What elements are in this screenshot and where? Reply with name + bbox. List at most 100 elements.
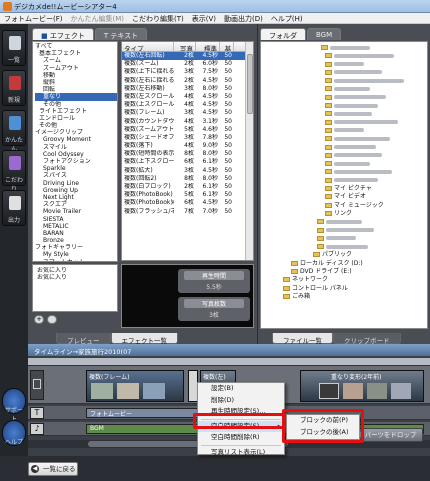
time-ruler[interactable]	[28, 358, 430, 366]
nav-easy-button[interactable]: かんたん	[2, 110, 26, 153]
folder-item[interactable]: リンク	[261, 210, 427, 218]
tree-item[interactable]: ズーム	[35, 57, 117, 64]
menu-item-photo-list[interactable]: 写真リスト表示(L)	[198, 447, 284, 459]
tree-item[interactable]: Cool Odyssey	[35, 151, 117, 158]
table-row[interactable]: 複数(左右に揺れる) 2枚 4.5秒 50	[122, 77, 253, 85]
folder-item[interactable]	[261, 119, 427, 127]
table-row[interactable]: 複数(上下に揺れる) 3枚 7.5秒 50	[122, 68, 253, 76]
menu-item-delete[interactable]: 削除(D)	[198, 395, 284, 407]
tree-item[interactable]: すべて	[35, 43, 117, 50]
folder-item[interactable]	[261, 235, 427, 243]
tab-file-list[interactable]: ファイル一覧	[272, 333, 333, 345]
tree-item[interactable]: フォトアクション	[35, 158, 117, 165]
col-base[interactable]: 基	[220, 42, 234, 51]
nav-output-button[interactable]: 出力	[2, 190, 26, 226]
tree-item[interactable]: 移動	[35, 72, 117, 79]
table-row[interactable]: 複数(シェードオフ) 3枚 7.8秒 50	[122, 134, 253, 142]
tree-item[interactable]: Driving Line	[35, 180, 117, 187]
table-row[interactable]: 複数(フレーム) 3枚 4.5秒 50	[122, 109, 253, 117]
text-track-icon[interactable]: T	[30, 407, 44, 419]
table-row[interactable]: 複数(白ブロック) 2枚 6.1秒 50	[122, 183, 253, 191]
folder-item[interactable]	[261, 102, 427, 110]
tree-item[interactable]: その他	[35, 122, 117, 129]
tree-item[interactable]: BARAN	[35, 230, 117, 237]
menu-view[interactable]: 表示(V)	[188, 13, 220, 23]
track-toggle[interactable]	[30, 370, 44, 400]
tree-item[interactable]: スクエア	[35, 201, 117, 208]
text-clip[interactable]: フォトムービー	[86, 408, 204, 418]
table-row[interactable]: 複数(短時間の表示切替) 8枚 8.0秒 50	[122, 150, 253, 158]
music-note-icon[interactable]: ♪	[30, 423, 44, 435]
folder-item[interactable]: コントロール パネル	[261, 285, 427, 293]
table-row[interactable]: 複数(PhotoBook見開き) 6枚 4.5秒 50	[122, 199, 253, 207]
menu-advanced-edit[interactable]: こだわり編集(T)	[128, 13, 188, 23]
table-row[interactable]: 複数(左右回転) 2枚 4.5秒 50	[122, 52, 253, 61]
tab-clipboard[interactable]: クリップボード	[333, 333, 401, 345]
nav-advanced-button[interactable]: こだわり	[2, 150, 26, 193]
menu-export[interactable]: 動画出力(D)	[220, 13, 267, 23]
folder-item[interactable]	[261, 177, 427, 185]
table-row[interactable]: 複数(上スクロール) 4枚 4.5秒 50	[122, 101, 253, 109]
tree-item[interactable]: スマイル	[35, 144, 117, 151]
folder-item[interactable]: DVD ドライブ (E:)	[261, 268, 427, 276]
folder-item[interactable]: パブリック	[261, 251, 427, 259]
menu-item-settings[interactable]: 設定(B)	[198, 383, 284, 395]
tree-item[interactable]: Bronze	[35, 237, 117, 244]
menu-easy-edit[interactable]: かんたん編集(M)	[67, 13, 129, 23]
folder-item[interactable]	[261, 85, 427, 93]
tree-item[interactable]: SIESTA	[35, 216, 117, 223]
table-row[interactable]: 複数(上下スクロール) 6枚 6.1秒 50	[122, 158, 253, 166]
folder-item[interactable]	[261, 227, 427, 235]
folder-item[interactable]	[261, 218, 427, 226]
table-row[interactable]: 複数(落下) 4枚 9.0秒 50	[122, 142, 253, 150]
col-photos[interactable]: 写真	[174, 42, 196, 51]
menu-item-blank-time-delete[interactable]: 空白時間削除(R)	[198, 432, 284, 444]
favorite-item[interactable]: お気に入り	[33, 274, 117, 281]
folder-item[interactable]	[261, 61, 427, 69]
tree-item[interactable]: Growing Up	[35, 187, 117, 194]
tree-item[interactable]: 重なり	[35, 93, 117, 101]
favorite-item[interactable]: お気に入り	[33, 267, 117, 274]
folder-item[interactable]: ローカル ディスク (D:)	[261, 260, 427, 268]
tree-item[interactable]: スパイス	[35, 172, 117, 179]
tab-bgm[interactable]: BGM	[307, 28, 342, 40]
nav-list-button[interactable]: 一覧	[2, 30, 26, 66]
table-row[interactable]: 複数(左スクロール) 4枚 4.5秒 50	[122, 93, 253, 101]
folder-item[interactable]	[261, 160, 427, 168]
folder-item[interactable]	[261, 94, 427, 102]
table-row[interactable]: 複数(ズームアウト) 5枚 4.6秒 50	[122, 126, 253, 134]
table-row[interactable]: 複数(ズーム) 2枚 6.0秒 50	[122, 60, 253, 68]
folder-item[interactable]: ネットワーク	[261, 276, 427, 284]
menu-help[interactable]: ヘルプ(H)	[267, 13, 307, 23]
tree-item[interactable]: Movie Trailer	[35, 208, 117, 215]
folder-item[interactable]	[261, 127, 427, 135]
tree-item[interactable]: フォトギャラリー	[35, 244, 117, 251]
help-button[interactable]: ヘルプ	[2, 420, 26, 446]
col-type[interactable]: タイプ	[122, 42, 174, 51]
nav-new-button[interactable]: 新規	[2, 70, 26, 106]
tree-item[interactable]: ライトエフェクト	[35, 108, 117, 115]
tree-item[interactable]: 縦斜	[35, 79, 117, 86]
tree-item[interactable]: My Style	[35, 251, 117, 258]
folder-item[interactable]	[261, 152, 427, 160]
scroll-thumb[interactable]	[247, 54, 253, 114]
table-row[interactable]: 複数(PhotoBook) 5枚 6.1秒 50	[122, 191, 253, 199]
tab-effect[interactable]: ■ エフェクト	[32, 28, 94, 40]
timeline-clip[interactable]: 複数(フレーム)	[86, 370, 184, 402]
menu-photomovie[interactable]: フォトムービー(F)	[0, 13, 67, 23]
folder-item[interactable]	[261, 144, 427, 152]
folder-item[interactable]: マイ ビデオ	[261, 193, 427, 201]
folder-item[interactable]	[261, 69, 427, 77]
folder-item[interactable]	[261, 77, 427, 85]
tree-item[interactable]: その他	[35, 101, 117, 108]
favorite-settings-button[interactable]	[47, 315, 57, 324]
col-standard[interactable]: 標準	[196, 42, 220, 51]
folder-item[interactable]: ごみ箱	[261, 293, 427, 301]
table-row[interactable]: 複数(回転2) 8枚 8.0秒 50	[122, 175, 253, 183]
tree-item[interactable]: 回転	[35, 86, 117, 93]
folder-item[interactable]	[261, 168, 427, 176]
folder-item[interactable]: マイ ミュージック	[261, 202, 427, 210]
tree-item[interactable]: イメージクリップ	[35, 129, 117, 136]
tree-item[interactable]: ズームアウト	[35, 65, 117, 72]
folder-item[interactable]	[261, 44, 427, 52]
